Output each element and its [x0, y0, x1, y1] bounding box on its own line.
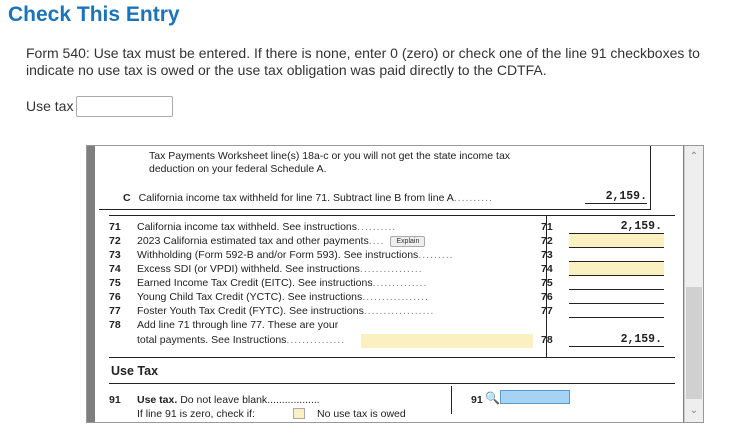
line-75-value[interactable] — [569, 276, 664, 290]
line-76-row: 76 Young Child Tax Credit (YCTC). See in… — [109, 291, 669, 305]
form-document: Tax Payments Worksheet line(s) 18a-c or … — [95, 146, 683, 422]
line-75-row: 75 Earned Income Tax Credit (EITC). See … — [109, 277, 669, 291]
line-76-value[interactable] — [569, 290, 664, 304]
line-78-row-2: total payments. See Instructions........… — [137, 333, 664, 347]
line-72-row: 72 2023 California estimated tax and oth… — [109, 234, 669, 249]
scroll-down-icon[interactable]: ⌄ — [685, 402, 703, 420]
no-use-tax-label: No use tax is owed — [317, 408, 406, 420]
worksheet-line-c: C California income tax withheld for line… — [123, 192, 493, 204]
line-91-row: 91 Use tax. Do not leave blank..........… — [109, 390, 669, 422]
worksheet-c-value: 2,159. — [585, 190, 647, 204]
line-91-input[interactable] — [500, 390, 570, 404]
magnifier-icon[interactable]: 🔍 — [485, 391, 500, 405]
divider — [109, 215, 675, 216]
section-title-use-tax: Use Tax — [111, 364, 159, 378]
error-message: Form 540: Use tax must be entered. If th… — [26, 45, 700, 78]
divider — [109, 357, 675, 358]
line-74-input[interactable] — [569, 262, 664, 276]
no-use-tax-checkbox[interactable] — [293, 408, 305, 419]
line-74-row: 74 Excess SDI (or VPDI) withheld. See in… — [109, 262, 669, 277]
line-77-value[interactable] — [569, 304, 664, 318]
line-71-value[interactable]: 2,159. — [569, 220, 664, 234]
worksheet-text-2: deduction on your federal Schedule A. — [149, 163, 327, 175]
worksheet-c-label: C — [123, 192, 131, 204]
line-73-row: 73 Withholding (Form 592-B and/or Form 5… — [109, 249, 669, 263]
line-78-row: 78 Add line 71 through line 77. These ar… — [109, 319, 339, 331]
divider — [109, 383, 675, 384]
page-title: Check This Entry — [8, 3, 180, 26]
line-71-row: 71 California income tax withheld. See i… — [109, 220, 664, 234]
line-73-value[interactable] — [569, 248, 664, 262]
worksheet-c-text: California income tax withheld for line … — [138, 192, 454, 204]
use-tax-input[interactable] — [76, 96, 173, 117]
use-tax-label: Use tax — [26, 98, 74, 114]
worksheet-box: Tax Payments Worksheet line(s) 18a-c or … — [99, 146, 651, 210]
scrollbar-thumb[interactable] — [686, 287, 702, 399]
line-78-value[interactable]: 2,159. — [569, 333, 664, 347]
scroll-up-icon[interactable]: ⌃ — [685, 148, 703, 166]
worksheet-text-1: Tax Payments Worksheet line(s) 18a-c or … — [149, 150, 511, 162]
vertical-scrollbar[interactable]: ⌃ ⌄ — [684, 146, 703, 422]
line-77-row: 77 Foster Youth Tax Credit (FYTC). See i… — [109, 305, 669, 319]
line-72-input[interactable] — [569, 234, 664, 248]
explain-button[interactable]: Explain — [390, 235, 426, 247]
form-preview-frame: Tax Payments Worksheet line(s) 18a-c or … — [86, 145, 704, 423]
